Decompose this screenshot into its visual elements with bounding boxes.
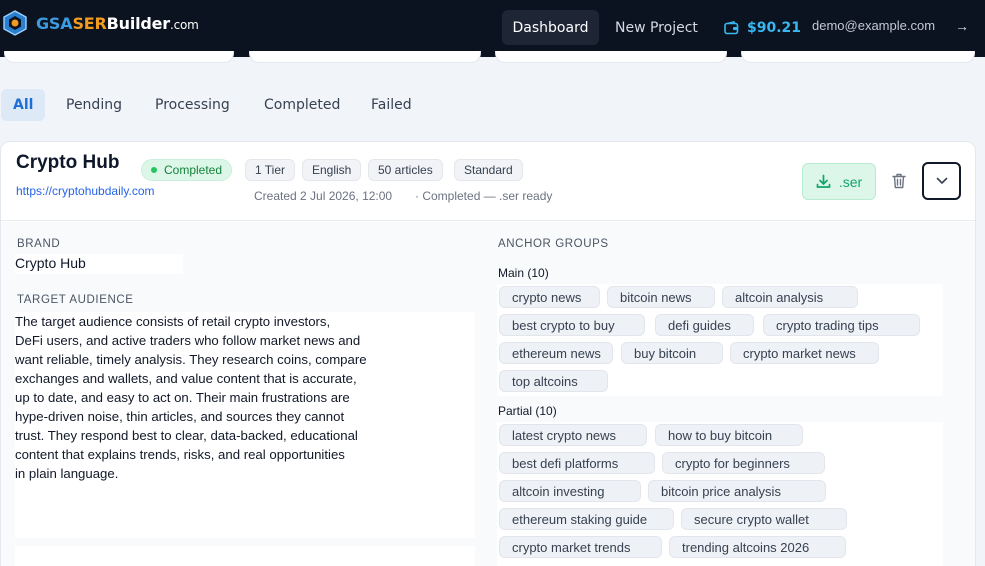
wallet-balance[interactable]: $90.21 [724, 10, 801, 45]
plan-badge: Standard [454, 159, 523, 181]
anchor-chip: trending altcoins 2026 [669, 536, 846, 558]
audience-line: content that explains trends, risks, and… [15, 447, 345, 462]
logo-wordmark: GSASERBuilder.com [36, 13, 199, 33]
user-email: demo@example.com [812, 17, 936, 33]
anchor-chip: buy bitcoin [621, 342, 723, 364]
project-name: Crypto Hub [16, 152, 120, 173]
tab-completed[interactable]: Completed [264, 89, 340, 121]
tier-badge: 1 Tier [245, 159, 296, 181]
logout-arrow-icon[interactable]: → [955, 18, 969, 38]
anchor-groups-label: ANCHOR GROUPS [498, 238, 609, 250]
audience-line: want reliable, timely analysis. They res… [15, 352, 367, 367]
stat-cards-row [0, 51, 985, 67]
anchor-chip: ethereum news [499, 342, 613, 364]
completion-note: · Completed — .ser ready [415, 189, 553, 203]
wallet-icon [724, 20, 739, 34]
status-dot-icon [151, 167, 157, 173]
status-label: Completed [164, 163, 223, 177]
trash-icon [892, 173, 906, 189]
stat-card [741, 51, 975, 63]
download-label: .ser [838, 173, 863, 190]
articles-badge: 50 articles [368, 159, 443, 181]
created-date: Created 2 Jul 2026, 12:00 [254, 189, 393, 203]
brand-value: Crypto Hub [15, 254, 183, 274]
anchor-chip: crypto market news [730, 342, 879, 364]
anchor-chip: best crypto to buy [499, 314, 645, 336]
anchor-chip: best defi platforms [499, 452, 655, 474]
next-field-box [15, 546, 475, 566]
anchor-chip: altcoin investing [499, 480, 641, 502]
anchor-chip: top altcoins [499, 370, 608, 392]
anchor-chip: how to buy bitcoin [655, 424, 803, 446]
partial-group-title: Partial (10) [498, 404, 557, 418]
nav-dashboard[interactable]: Dashboard [502, 10, 599, 45]
logo[interactable]: GSASERBuilder.com [2, 10, 199, 36]
delete-button[interactable] [889, 170, 909, 192]
anchor-chip: crypto for beginners [662, 452, 825, 474]
audience-line: DeFi users, and active traders who follo… [15, 333, 361, 348]
tab-pending[interactable]: Pending [66, 89, 122, 121]
audience-text: The target audience consists of retail c… [15, 312, 475, 538]
anchor-chip: crypto trading tips [763, 314, 920, 336]
balance-amount: $90.21 [747, 19, 802, 36]
expand-toggle-button[interactable] [922, 162, 961, 200]
anchor-chip: secure crypto wallet [681, 508, 847, 530]
download-icon [816, 174, 831, 188]
chevron-down-icon [936, 177, 947, 184]
anchor-chip: crypto market trends [499, 536, 662, 558]
nav-new-project[interactable]: New Project [615, 10, 698, 45]
main-anchor-list: crypto news bitcoin news altcoin analysi… [497, 284, 943, 396]
anchor-chip: bitcoin news [607, 286, 715, 308]
brand-label: BRAND [17, 238, 61, 250]
tab-processing[interactable]: Processing [155, 89, 230, 121]
stat-card [495, 51, 727, 63]
anchor-chip: altcoin analysis [722, 286, 858, 308]
project-card-header[interactable]: Crypto Hub https://cryptohubdaily.com Co… [1, 142, 975, 221]
top-navbar: GSASERBuilder.com Dashboard New Project … [0, 0, 985, 57]
audience-label: TARGET AUDIENCE [17, 294, 134, 306]
audience-line: up to date, and easy to act on. Their ma… [15, 390, 350, 405]
stat-card [249, 51, 481, 63]
audience-line: The target audience consists of retail c… [15, 314, 331, 329]
main-group-title: Main (10) [498, 266, 549, 280]
tab-all[interactable]: All [1, 89, 46, 121]
audience-line: trust. They respond best to clear, data-… [15, 428, 358, 443]
anchor-chip: latest crypto news [499, 424, 647, 446]
anchor-chip: defi guides [655, 314, 754, 336]
status-badge: Completed [141, 159, 233, 181]
anchor-chip: ethereum staking guide [499, 508, 674, 530]
project-url[interactable]: https://cryptohubdaily.com [16, 184, 155, 198]
logo-icon [3, 10, 27, 36]
audience-line: in plain language. [15, 466, 119, 481]
audience-line: exchanges and wallets, and value content… [15, 371, 357, 386]
partial-anchor-list: latest crypto news how to buy bitcoin be… [497, 422, 943, 566]
audience-line: hype-driven noise, thin articles, and so… [15, 409, 345, 424]
stat-card [4, 51, 234, 63]
anchor-chip: bitcoin price analysis [648, 480, 826, 502]
language-badge: English [302, 159, 362, 181]
tab-failed[interactable]: Failed [371, 89, 412, 121]
anchor-chip: crypto news [499, 286, 600, 308]
download-ser-button[interactable]: .ser [802, 163, 876, 200]
